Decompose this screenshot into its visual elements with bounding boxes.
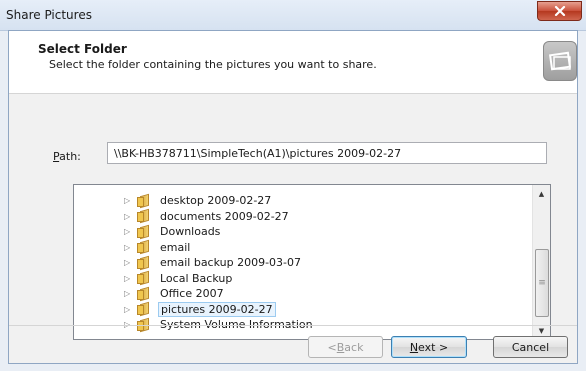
folder-icon [137,255,153,270]
folder-icon [137,301,153,317]
tree-item-label: pictures 2009-02-27 [158,301,276,317]
folder-icon [137,224,153,239]
back-button-prefix: < [327,340,337,354]
tree-item-label: Downloads [160,225,221,238]
tree-item[interactable]: ▷ Downloads [124,224,222,239]
close-icon [554,6,565,16]
tree-item[interactable]: ▷ email [124,239,192,255]
triangle-right-icon[interactable]: ▷ [124,240,133,255]
arrow-up-icon: ▲ [538,189,545,198]
path-label: Path: [53,150,81,163]
tree-item-label: documents 2009-02-27 [160,209,289,223]
share-pictures-icon [543,41,577,81]
wizard-header: Select Folder Select the folder containi… [9,31,577,94]
triangle-right-icon[interactable]: ▷ [124,286,133,301]
page-title: Select Folder [38,42,127,56]
footer-divider [9,325,577,326]
triangle-right-icon[interactable]: ▷ [124,255,133,270]
triangle-right-icon[interactable]: ▷ [124,271,133,286]
back-button-text: ack [344,340,364,354]
tree-item[interactable]: ▷ email backup 2009-03-07 [124,255,303,270]
tree-item[interactable]: ▷ Office 2007 [124,286,226,301]
folder-icon [137,239,153,255]
tree-item-label: Local Backup [160,271,233,285]
scroll-thumb[interactable]: ≡ [535,249,549,317]
next-button-accelerator: N [409,340,419,354]
title-bar: Share Pictures [0,0,586,31]
tree-item-label: Office 2007 [160,287,224,300]
arrow-down-icon: ▼ [538,326,545,335]
tree-item[interactable]: ▷ desktop 2009-02-27 [124,193,273,208]
path-label-text: ath: [59,150,81,163]
cancel-button[interactable]: Cancel [493,336,568,358]
triangle-right-icon[interactable]: ▷ [124,193,133,208]
tree-item-label: email backup 2009-03-07 [160,256,302,269]
tree-item-label: email [160,240,191,254]
tree-item-label: desktop 2009-02-27 [160,194,272,207]
dialog-body: Select Folder Select the folder containi… [8,30,578,364]
tree-item[interactable]: ▷ Local Backup [124,270,234,286]
path-input[interactable] [107,142,547,164]
back-button[interactable]: < Back [308,336,383,358]
tree-item[interactable]: ▷ pictures 2009-02-27 [124,301,276,317]
window-title: Share Pictures [6,8,92,22]
folder-icon [137,193,153,208]
grip-icon: ≡ [538,278,546,288]
next-button[interactable]: Next > [391,336,467,358]
page-subtitle: Select the folder containing the picture… [49,58,377,71]
tree-scrollbar[interactable]: ▲ ≡ ▼ [532,185,550,339]
triangle-right-icon[interactable]: ▷ [124,302,133,317]
triangle-right-icon[interactable]: ▷ [124,209,133,224]
close-button[interactable] [537,1,582,21]
triangle-right-icon[interactable]: ▷ [124,224,133,239]
folder-icon [137,270,153,286]
back-button-accelerator: B [336,340,345,354]
folder-tree-list: ▷ desktop 2009-02-27 ▷ documents 2009-02-27… [74,185,532,339]
next-button-text: ext > [418,340,449,354]
folder-icon [137,286,153,301]
folder-icon [137,208,153,224]
folder-tree[interactable]: ▷ desktop 2009-02-27 ▷ documents 2009-02-27… [73,184,551,340]
tree-item[interactable]: ▷ documents 2009-02-27 [124,208,291,224]
scroll-up-button[interactable]: ▲ [533,185,550,202]
